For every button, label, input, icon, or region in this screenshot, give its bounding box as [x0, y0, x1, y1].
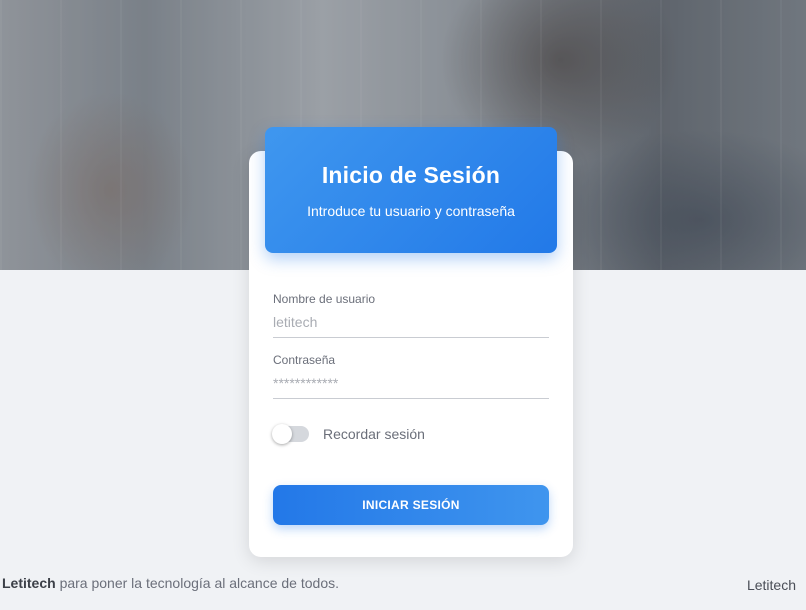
footer-tagline-text: para poner la tecnología al alcance de t… — [55, 575, 339, 591]
password-input[interactable] — [273, 373, 549, 399]
remember-session-label[interactable]: Recordar sesión — [323, 426, 425, 442]
toggle-knob — [272, 424, 292, 444]
username-label: Nombre de usuario — [273, 292, 376, 306]
login-page: Inicio de Sesión Introduce tu usuario y … — [0, 0, 806, 610]
password-field-group: Contraseña — [273, 353, 549, 399]
footer-tagline: Letitech para poner la tecnología al alc… — [2, 575, 339, 591]
username-field-group: Nombre de usuario — [273, 292, 549, 338]
footer-right-brand: Letitech — [746, 577, 796, 593]
login-button[interactable]: INICIAR SESIÓN — [273, 485, 549, 525]
login-subtitle: Introduce tu usuario y contraseña — [307, 203, 515, 219]
login-title: Inicio de Sesión — [321, 162, 501, 188]
password-label: Contraseña — [273, 353, 336, 367]
login-card-header: Inicio de Sesión Introduce tu usuario y … — [265, 127, 557, 253]
footer-brand: Letitech — [2, 575, 56, 591]
username-input[interactable] — [273, 312, 549, 338]
remember-session-row: Recordar sesión — [272, 423, 425, 445]
remember-session-toggle[interactable] — [272, 424, 309, 444]
